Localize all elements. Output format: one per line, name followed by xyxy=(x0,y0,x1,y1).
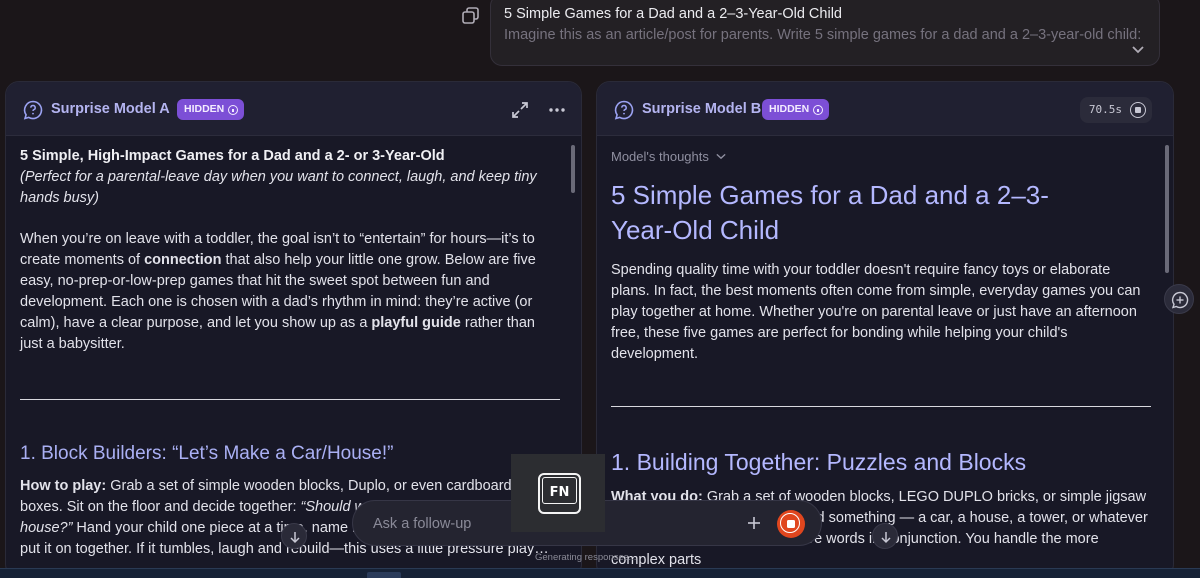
info-icon[interactable] xyxy=(228,104,239,115)
hidden-badge: HIDDEN xyxy=(177,99,245,120)
prompt-card[interactable]: 5 Simple Games for a Dad and a 2–3-Year-… xyxy=(490,0,1160,66)
scroll-down-button[interactable] xyxy=(281,523,307,549)
chat-bubble-icon xyxy=(23,100,43,120)
scrollbar[interactable] xyxy=(1165,145,1169,273)
divider xyxy=(611,406,1151,407)
stop-generation-icon[interactable] xyxy=(1130,102,1146,118)
model-b-name: Surprise Model B xyxy=(642,101,762,117)
model-a-header: Surprise Model A HIDDEN xyxy=(6,82,581,136)
plus-icon[interactable] xyxy=(745,514,763,532)
response-timer: 70.5s xyxy=(1079,97,1152,123)
more-options-icon[interactable] xyxy=(546,99,568,121)
model-thoughts-label: Model's thoughts xyxy=(611,149,709,164)
section-heading: 1. Block Builders: “Let’s Make a Car/Hou… xyxy=(20,443,394,464)
response-title: 5 Simple, High-Impact Games for a Dad an… xyxy=(20,148,445,164)
keyboard-key-icon: FN xyxy=(538,473,581,514)
info-icon[interactable] xyxy=(813,104,824,115)
intro-paragraph: Spending quality time with your toddler … xyxy=(611,262,1141,362)
add-chat-icon xyxy=(1171,291,1189,309)
taskbar xyxy=(0,568,1200,578)
chat-bubble-icon xyxy=(614,100,634,120)
hidden-badge: HIDDEN xyxy=(762,99,830,120)
stop-button[interactable] xyxy=(777,510,805,538)
model-thoughts-toggle[interactable]: Model's thoughts xyxy=(611,149,726,164)
prompt-title: 5 Simple Games for a Dad and a 2–3-Year-… xyxy=(504,6,842,22)
hidden-badge-label: HIDDEN xyxy=(184,103,225,115)
add-model-button[interactable] xyxy=(1164,284,1194,314)
arrow-down-icon xyxy=(290,532,300,544)
model-a-name: Surprise Model A xyxy=(51,101,170,117)
response-subtitle: (Perfect for a parental-leave day when y… xyxy=(20,169,537,206)
chevron-down-icon xyxy=(716,153,726,160)
prompt-text: Imagine this as an article/post for pare… xyxy=(504,27,1142,43)
expand-icon[interactable] xyxy=(509,99,531,121)
timer-value: 70.5s xyxy=(1088,103,1122,116)
fn-key-label: FN xyxy=(549,485,570,500)
taskbar-item[interactable] xyxy=(367,572,401,578)
section-heading: 1. Building Together: Puzzles and Blocks xyxy=(611,449,1027,475)
hidden-badge-label: HIDDEN xyxy=(769,103,810,115)
copy-icon[interactable] xyxy=(461,6,481,26)
model-b-header: Surprise Model B HIDDEN 70.5s xyxy=(597,82,1173,136)
chevron-down-icon[interactable] xyxy=(1131,45,1145,55)
response-title: 5 Simple Games for a Dad and a 2–3-Year-… xyxy=(611,180,1049,245)
fn-key-overlay: FN xyxy=(511,454,605,532)
status-text: Generating responses... xyxy=(535,552,637,563)
divider xyxy=(20,399,560,400)
arrow-down-icon xyxy=(881,532,891,544)
scrollbar[interactable] xyxy=(571,145,575,193)
intro-paragraph: When you’re on leave with a toddler, the… xyxy=(20,231,536,352)
scroll-down-button[interactable] xyxy=(872,523,898,549)
